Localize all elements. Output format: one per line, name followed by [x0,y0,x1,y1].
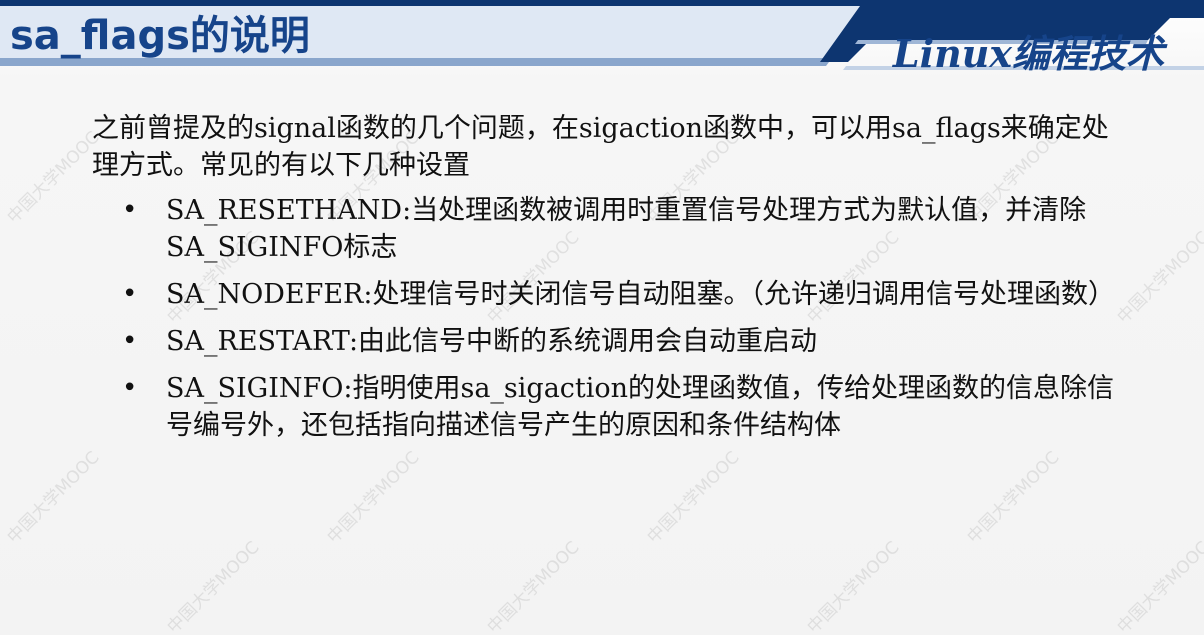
watermark-text: 中国大学MOOC [803,537,904,635]
bullet-icon: • [122,195,138,225]
flag-description: SA_NODEFER:处理信号时关闭信号自动阻塞。（允许递归调用信号处理函数） [166,279,1115,310]
watermark-text: 中国大学MOOC [3,447,104,548]
slide: sa_flags的说明 Linux编程技术 中国大学MOOC 中国大学MOOC … [0,0,1204,635]
slide-header: sa_flags的说明 Linux编程技术 [0,0,1204,80]
flag-description: SA_RESETHAND:当处理函数被调用时重置信号处理方式为默认值，并清除SA… [166,195,1087,263]
watermark-text: 中国大学MOOC [483,537,584,635]
flag-list: • SA_RESETHAND:当处理函数被调用时重置信号处理方式为默认值，并清除… [92,192,1132,444]
watermark-text: 中国大学MOOC [323,447,424,548]
list-item: • SA_SIGINFO:指明使用sa_sigaction的处理函数值，传给处理… [122,370,1132,444]
course-brand: Linux编程技术 [892,31,1164,76]
flag-description: SA_SIGINFO:指明使用sa_sigaction的处理函数值，传给处理函数… [166,373,1115,441]
slide-title: sa_flags的说明 [10,13,310,59]
intro-paragraph: 之前曾提及的signal函数的几个问题，在sigaction函数中，可以用sa_… [92,113,1109,181]
watermark-text: 中国大学MOOC [1113,537,1204,635]
watermark-text: 中国大学MOOC [963,447,1064,548]
bullet-icon: • [122,326,138,356]
list-item: • SA_RESETHAND:当处理函数被调用时重置信号处理方式为默认值，并清除… [122,192,1132,266]
watermark-text: 中国大学MOOC [3,127,104,228]
watermark-text: 中国大学MOOC [163,537,264,635]
bullet-icon: • [122,279,138,309]
list-item: • SA_RESTART:由此信号中断的系统调用会自动重启动 [122,323,1132,360]
list-item: • SA_NODEFER:处理信号时关闭信号自动阻塞。（允许递归调用信号处理函数… [122,276,1132,313]
watermark-text: 中国大学MOOC [643,447,744,548]
bullet-icon: • [122,373,138,403]
flag-description: SA_RESTART:由此信号中断的系统调用会自动重启动 [166,326,818,357]
slide-content: 之前曾提及的signal函数的几个问题，在sigaction函数中，可以用sa_… [92,110,1132,454]
